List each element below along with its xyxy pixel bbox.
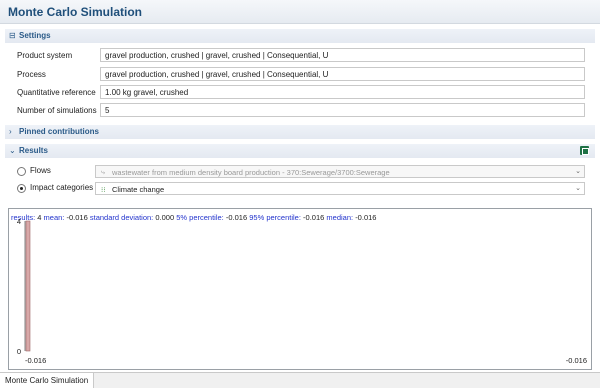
process-label: Process xyxy=(17,70,46,79)
impact-categories-dropdown[interactable]: ⁝⁝ Climate change ⌄ xyxy=(95,182,585,195)
collapse-icon[interactable]: ⊟ xyxy=(9,31,16,40)
flow-icon: ⤷ xyxy=(101,169,105,176)
impact-category-icon: ⁝⁝ xyxy=(101,187,106,194)
x-tick-label-1: -0.016 xyxy=(566,356,587,365)
histogram-chart: results: 4 mean: -0.016 standard deviati… xyxy=(8,208,592,370)
product-system-link[interactable]: gravel production, crushed | gravel, cru… xyxy=(100,48,585,62)
pinned-contributions-section-header[interactable]: › Pinned contributions xyxy=(5,125,595,139)
collapse-icon[interactable]: ⌄ xyxy=(9,146,16,155)
flows-radio-label: Flows xyxy=(30,166,51,175)
x-tick-label-0: -0.016 xyxy=(25,356,46,365)
settings-section-title: Settings xyxy=(19,31,51,40)
y-tick-label-0: 4 xyxy=(17,217,21,226)
chevron-down-icon: ⌄ xyxy=(575,168,581,175)
tab-monte-carlo-simulation[interactable]: Monte Carlo Simulation xyxy=(0,373,95,388)
number-of-simulations-label: Number of simulations xyxy=(17,106,97,115)
histogram-bar-0 xyxy=(25,220,31,352)
y-tick-label-1: 0 xyxy=(17,347,21,356)
impact-categories-radio-button[interactable] xyxy=(17,184,26,193)
quantitative-reference-field: 1.00 kg gravel, crushed xyxy=(100,85,585,99)
flows-dropdown-value: wastewater from medium density board pro… xyxy=(112,168,390,177)
flows-dropdown: ⤷ wastewater from medium density board p… xyxy=(95,165,585,178)
results-section-title: Results xyxy=(19,146,48,155)
quantitative-reference-label: Quantitative reference xyxy=(17,88,96,97)
expand-icon[interactable]: › xyxy=(9,127,12,136)
settings-section-header[interactable]: ⊟ Settings xyxy=(5,29,595,43)
histogram-plot: 4 0 -0.016 -0.016 xyxy=(17,217,587,365)
editor-tab-bar: Monte Carlo Simulation xyxy=(0,372,600,388)
flows-radio-button[interactable] xyxy=(17,167,26,176)
number-of-simulations-field[interactable]: 5 xyxy=(100,103,585,117)
results-section-header[interactable]: ⌄ Results xyxy=(5,144,595,158)
impact-categories-dropdown-value: Climate change xyxy=(112,185,165,194)
page-title: Monte Carlo Simulation xyxy=(8,5,143,19)
pinned-contributions-title: Pinned contributions xyxy=(19,127,99,136)
editor-title-bar: Monte Carlo Simulation xyxy=(0,0,600,24)
process-link[interactable]: gravel production, crushed | gravel, cru… xyxy=(100,67,585,81)
impact-categories-radio-label: Impact categories xyxy=(30,183,94,192)
excel-export-icon[interactable] xyxy=(580,146,589,155)
product-system-label: Product system xyxy=(17,51,73,60)
chevron-down-icon[interactable]: ⌄ xyxy=(572,183,584,194)
